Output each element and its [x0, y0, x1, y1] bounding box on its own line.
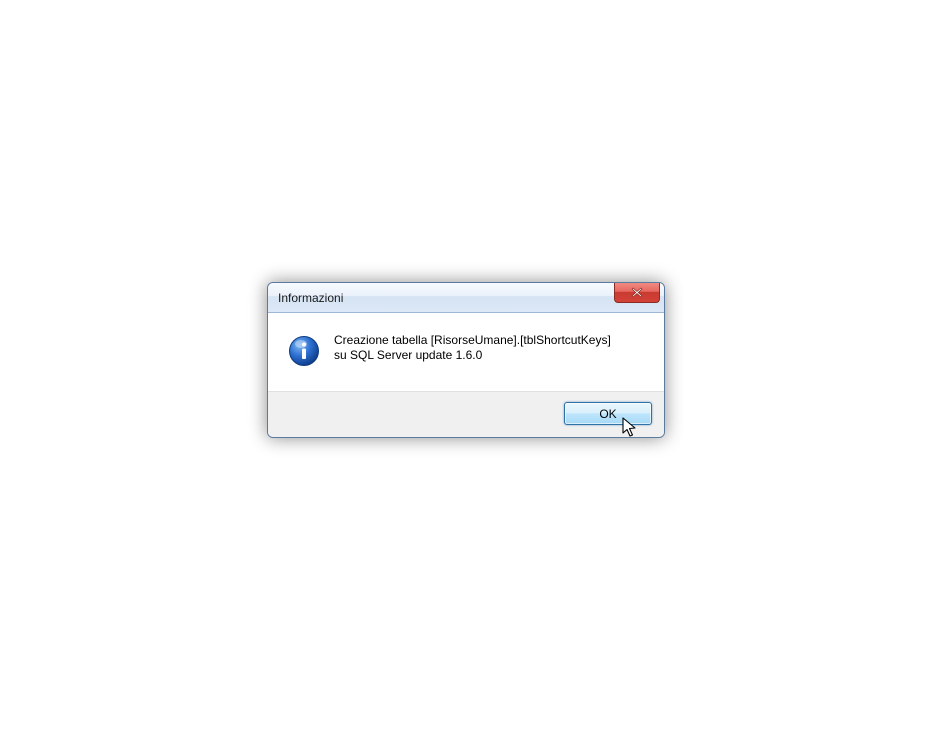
ok-button[interactable]: OK [564, 402, 652, 425]
titlebar[interactable]: Informazioni [268, 283, 664, 313]
dialog-footer: OK [268, 391, 664, 437]
dialog-content: Creazione tabella [RisorseUmane].[tblSho… [268, 313, 664, 391]
message-line-2: su SQL Server update 1.6.0 [334, 348, 611, 363]
close-button[interactable] [614, 282, 660, 303]
dialog-message: Creazione tabella [RisorseUmane].[tblSho… [334, 333, 611, 363]
close-icon [631, 287, 643, 298]
message-line-1: Creazione tabella [RisorseUmane].[tblSho… [334, 333, 611, 348]
info-icon [288, 335, 320, 367]
dialog-title: Informazioni [278, 291, 343, 305]
info-dialog: Informazioni [267, 282, 665, 438]
